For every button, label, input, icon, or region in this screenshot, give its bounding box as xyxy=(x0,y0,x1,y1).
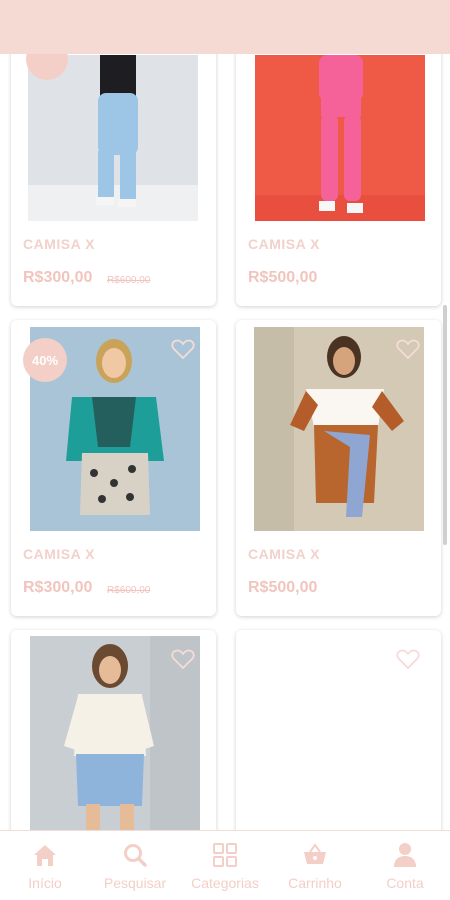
favorite-heart-icon[interactable] xyxy=(396,648,420,670)
product-old-price: R$600,00 xyxy=(107,585,151,596)
product-price: R$300,00 xyxy=(23,579,93,596)
product-image xyxy=(255,55,425,221)
discount-badge: 40% xyxy=(23,338,67,382)
nav-item-categorias[interactable]: Categorias xyxy=(180,831,270,900)
product-card[interactable]: CAMISA X R$500,00 xyxy=(236,320,441,616)
nav-label: Pesquisar xyxy=(103,875,167,891)
favorite-heart-icon[interactable] xyxy=(396,338,420,360)
product-price: R$300,00 xyxy=(23,269,93,286)
product-price: R$500,00 xyxy=(248,579,318,596)
nav-item-pesquisar[interactable]: Pesquisar xyxy=(90,831,180,900)
nav-label: Carrinho xyxy=(288,875,342,891)
product-card[interactable]: 40% CAMISA X R$300,00 R$600,00 xyxy=(11,320,216,616)
search-icon xyxy=(124,844,147,867)
nav-item-inicio[interactable]: Início xyxy=(0,831,90,900)
product-name: CAMISA X xyxy=(248,236,320,252)
favorite-heart-icon[interactable] xyxy=(171,648,195,670)
basket-icon xyxy=(304,843,326,864)
scrollbar[interactable] xyxy=(443,305,447,545)
home-icon xyxy=(34,845,56,866)
grid-icon xyxy=(213,843,237,867)
bottom-navigation: Início Pesquisar Categorias Carrinho Con… xyxy=(0,830,450,900)
nav-item-carrinho[interactable]: Carrinho xyxy=(270,831,360,900)
product-name: CAMISA X xyxy=(248,546,320,562)
product-name: CAMISA X xyxy=(23,236,95,252)
nav-label: Conta xyxy=(386,875,424,891)
nav-label: Início xyxy=(28,875,62,891)
product-old-price: R$600,00 xyxy=(107,275,151,286)
product-image xyxy=(28,55,198,221)
user-icon xyxy=(394,843,416,867)
product-price: R$500,00 xyxy=(248,269,318,286)
product-card[interactable]: CAMISA X R$300,00 R$600,00 xyxy=(11,10,216,306)
product-name: CAMISA X xyxy=(23,546,95,562)
favorite-heart-icon[interactable] xyxy=(171,338,195,360)
product-card[interactable]: CAMISA X R$500,00 xyxy=(236,10,441,306)
nav-item-conta[interactable]: Conta xyxy=(360,831,450,900)
nav-label: Categorias xyxy=(191,875,259,891)
top-app-bar xyxy=(0,0,450,54)
